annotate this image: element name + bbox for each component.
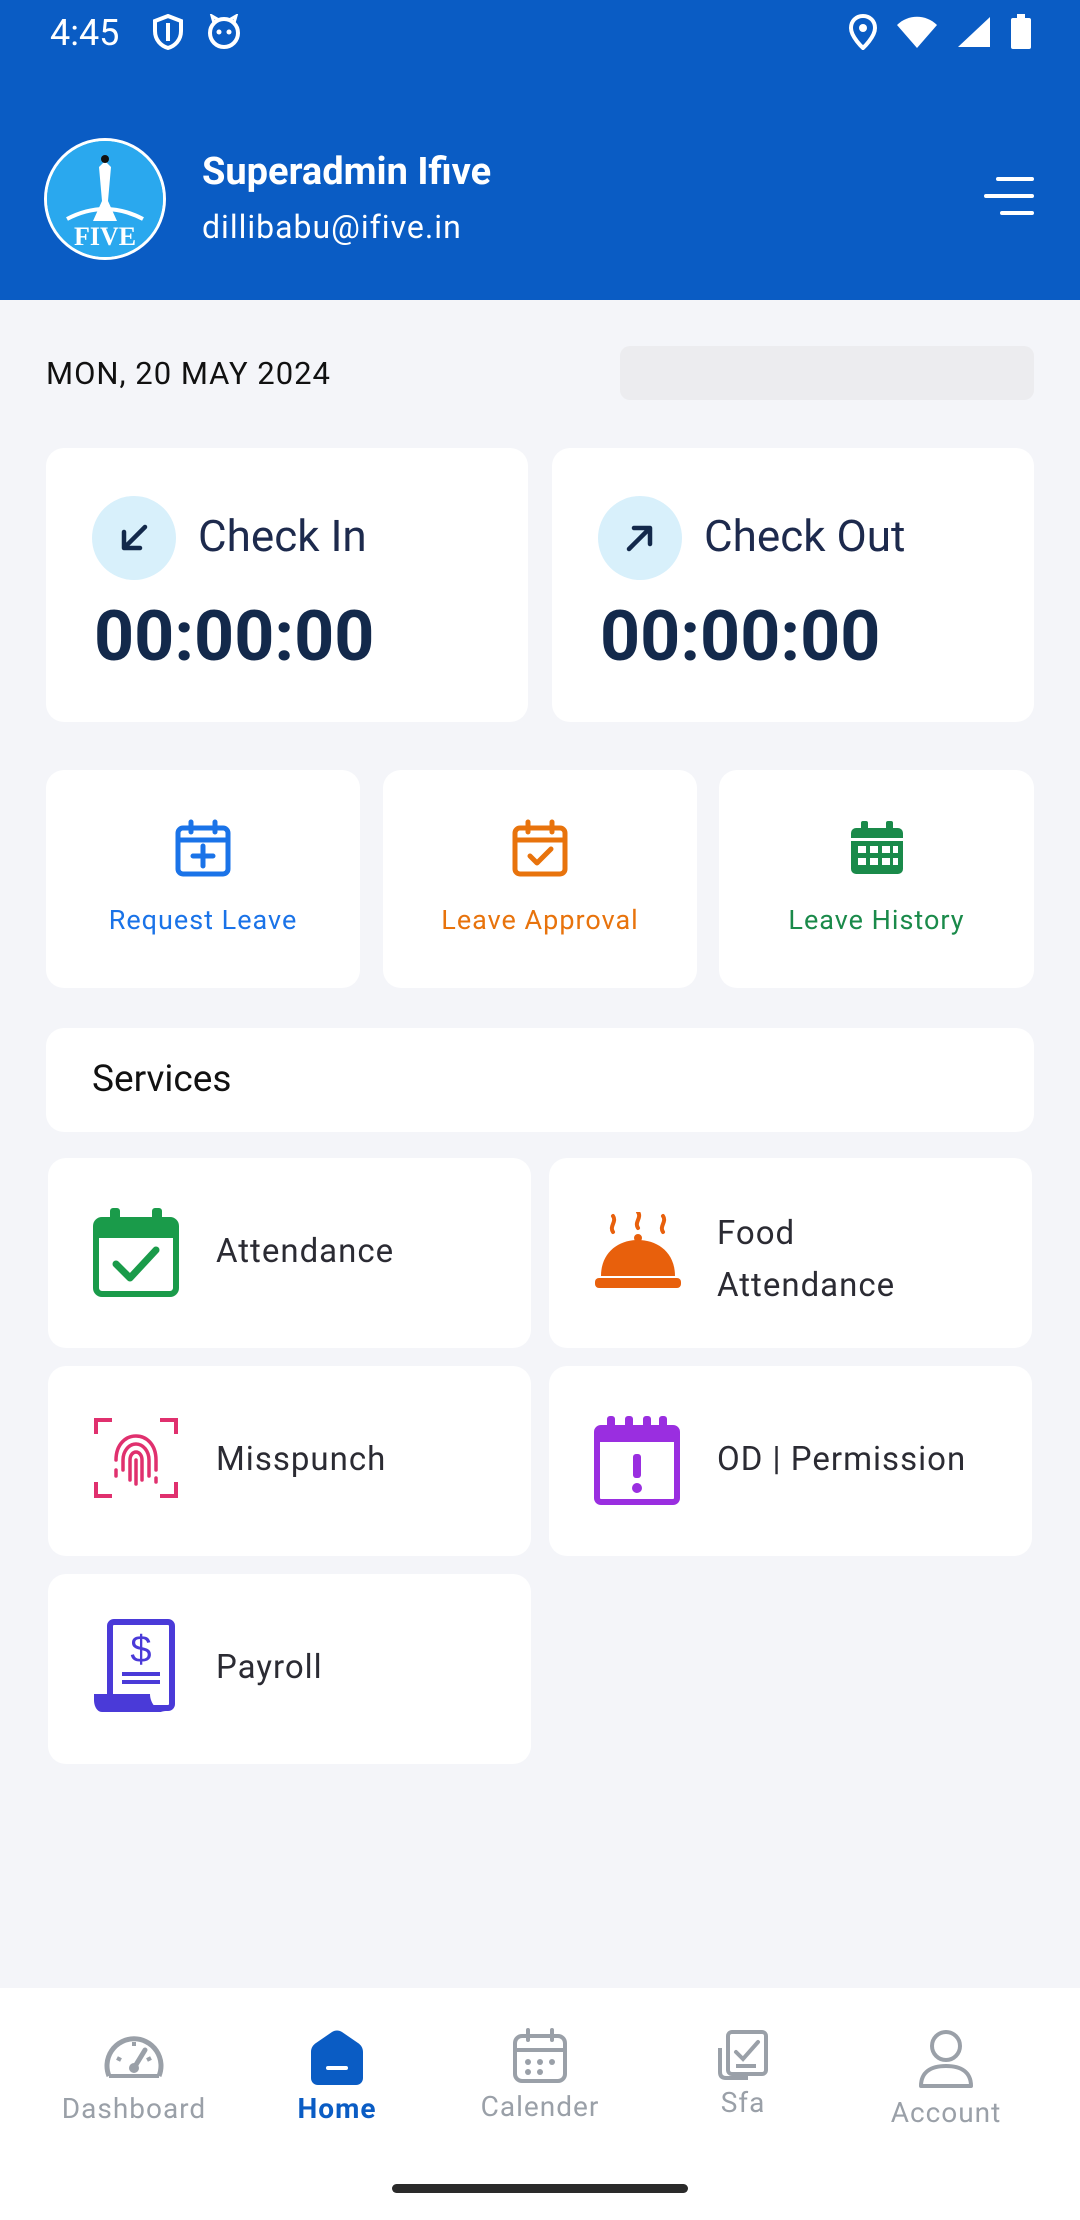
misspunch-service[interactable]: Misspunch: [48, 1366, 531, 1556]
leave-history-button[interactable]: Leave History: [719, 770, 1034, 988]
battery-icon: [1011, 14, 1031, 49]
payroll-service[interactable]: $ Payroll: [48, 1574, 531, 1764]
request-leave-button[interactable]: Request Leave: [46, 770, 360, 988]
od-permission-service[interactable]: OD | Permission: [549, 1366, 1032, 1556]
nav-dashboard-label: Dashboard: [61, 2092, 207, 2125]
leave-history-label: Leave History: [788, 904, 965, 936]
app-header: 4:45 FIVE Superadmin Ifive dillibabu@ifi…: [0, 0, 1080, 300]
payroll-document-icon: $: [94, 1619, 175, 1712]
od-permission-label: OD | Permission: [717, 1440, 967, 1479]
calendar-grid-icon: [850, 821, 903, 874]
status-time: 4:45: [50, 12, 120, 54]
request-leave-label: Request Leave: [108, 904, 298, 936]
leave-approval-label: Leave Approval: [441, 904, 639, 936]
food-attendance-label-line2: Attendance: [717, 1266, 896, 1305]
location-icon: [848, 14, 878, 50]
menu-icon[interactable]: [984, 176, 1034, 216]
services-title: Services: [92, 1058, 232, 1101]
gauge-icon: [104, 2036, 164, 2078]
nav-sfa[interactable]: Sfa: [696, 2028, 790, 2119]
home-icon: [311, 2030, 363, 2085]
check-in-card[interactable]: Check In 00:00:00: [46, 448, 528, 722]
current-date: MON, 20 MAY 2024: [46, 355, 331, 392]
nav-calender[interactable]: Calender: [466, 2028, 614, 2123]
nav-home-label: Home: [297, 2092, 377, 2125]
arrow-down-left-icon: [121, 524, 148, 551]
user-name: Superadmin Ifive: [202, 150, 492, 194]
user-icon: [919, 2030, 973, 2088]
calendar-icon: [513, 2028, 567, 2083]
company-logo-avatar[interactable]: FIVE: [44, 138, 166, 260]
leave-approval-button[interactable]: Leave Approval: [383, 770, 697, 988]
status-icons-right: [848, 14, 1032, 50]
checklist-icon: [718, 2030, 768, 2080]
gesture-home-indicator[interactable]: [392, 2184, 688, 2193]
food-attendance-label-line1: Food: [717, 1214, 796, 1253]
svg-text:$: $: [130, 1629, 151, 1671]
calendar-plus-icon: [175, 819, 231, 877]
calendar-check-icon: [93, 1208, 179, 1297]
check-in-time: 00:00:00: [94, 596, 375, 678]
attendance-service[interactable]: Attendance: [48, 1158, 531, 1348]
user-email: dillibabu@ifive.in: [202, 208, 462, 246]
signal-icon: [958, 17, 990, 47]
nav-account[interactable]: Account: [878, 2028, 1014, 2129]
nav-sfa-label: Sfa: [720, 2086, 766, 2119]
shield-icon: [153, 14, 183, 50]
check-out-label: Check Out: [704, 510, 906, 562]
food-attendance-label: Food Attendance: [717, 1208, 895, 1312]
check-in-icon-wrap: [92, 496, 176, 580]
status-icons-left: [152, 14, 242, 50]
food-attendance-service[interactable]: Food Attendance: [549, 1158, 1032, 1348]
nav-account-label: Account: [890, 2096, 1002, 2129]
date-placeholder: [620, 346, 1034, 400]
fingerprint-icon: [94, 1418, 178, 1498]
attendance-label: Attendance: [216, 1232, 395, 1271]
ifive-logo-icon: FIVE: [47, 141, 163, 257]
check-out-card[interactable]: Check Out 00:00:00: [552, 448, 1034, 722]
svg-text:FIVE: FIVE: [74, 222, 136, 251]
calendar-check-icon: [512, 819, 568, 877]
misspunch-label: Misspunch: [216, 1440, 387, 1479]
nav-calender-label: Calender: [480, 2090, 600, 2123]
food-cloche-icon: [595, 1212, 681, 1288]
nav-home[interactable]: Home: [266, 2028, 408, 2125]
calendar-alert-icon: [594, 1416, 680, 1505]
wifi-icon: [897, 16, 937, 48]
check-in-label: Check In: [198, 510, 367, 562]
arrow-up-right-icon: [626, 525, 653, 552]
nav-dashboard[interactable]: Dashboard: [56, 2028, 212, 2125]
check-out-time: 00:00:00: [600, 596, 881, 678]
payroll-label: Payroll: [216, 1648, 323, 1687]
services-header: Services: [46, 1028, 1034, 1132]
cat-icon: [208, 14, 240, 49]
check-out-icon-wrap: [598, 496, 682, 580]
